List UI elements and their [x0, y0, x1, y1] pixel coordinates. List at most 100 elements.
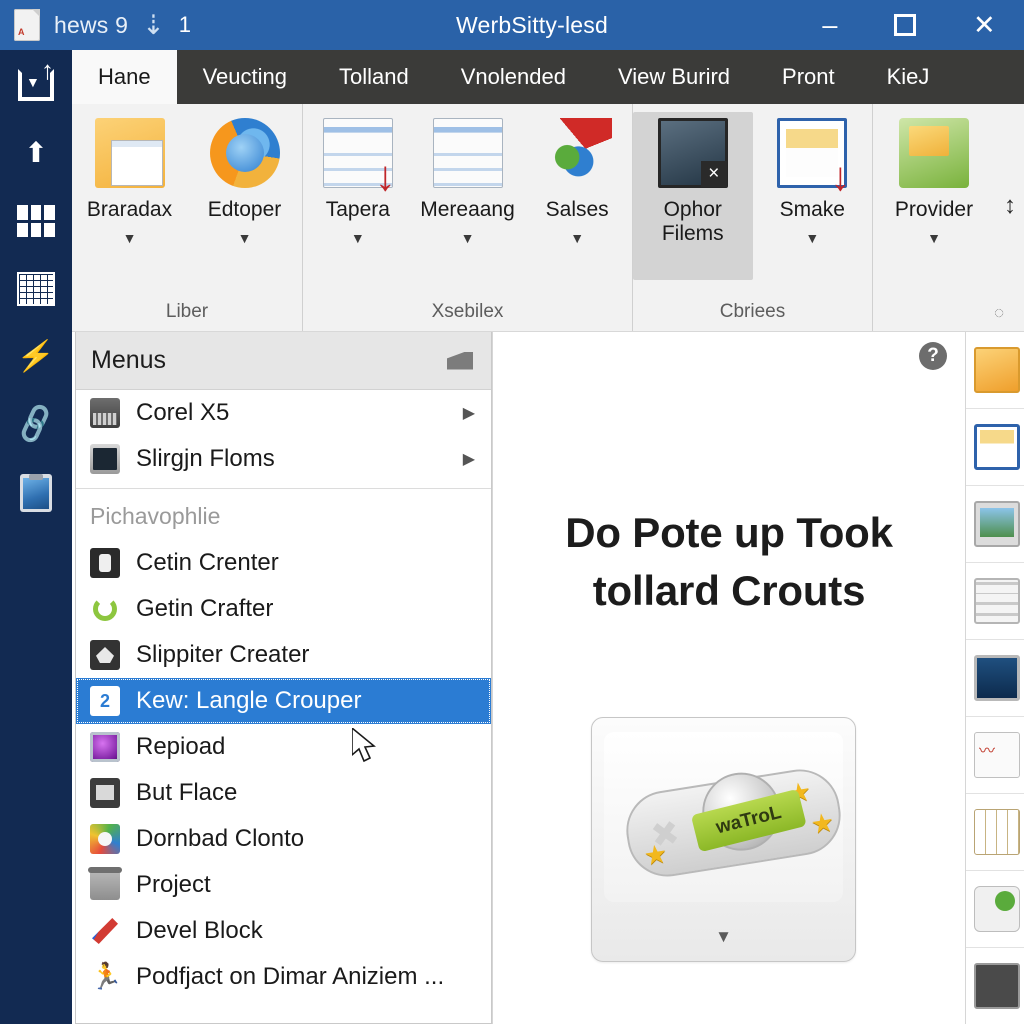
slippiter-icon — [90, 640, 120, 670]
thumbnail-item[interactable] — [966, 640, 1024, 717]
ribbon-group-label: Liber — [165, 301, 209, 322]
download-arrow-icon[interactable]: ⇣ — [142, 11, 165, 39]
menu-item-dornbad-clonto[interactable]: Dornbad Clonto — [76, 816, 491, 862]
ribbon-button-ophor-filems[interactable]: Ophor Filems — [633, 112, 753, 280]
thumbnail-item[interactable] — [966, 794, 1024, 871]
chevron-down-icon[interactable]: ▼ — [123, 230, 137, 246]
thumbnail-item[interactable] — [966, 409, 1024, 486]
chevron-down-icon[interactable]: ▼ — [461, 230, 475, 246]
thumbnail-item[interactable] — [966, 871, 1024, 948]
menu-item-slippiter-creater[interactable]: Slippiter Creater — [76, 632, 491, 678]
ribbon-button-label: Braradax — [86, 198, 173, 221]
menu-item-corel-x5[interactable]: Corel X5 ▶ — [76, 390, 491, 436]
menu-item-label: Dornbad Clonto — [136, 825, 305, 852]
menu-item-project[interactable]: Project — [76, 862, 491, 908]
menu-item-label: Podfjact on Dimar Aniziem ... — [136, 963, 445, 990]
ribbon-group-xsebilex: Tapera ▼ Mereaang ▼ Salses ▼ Xsebilex — [302, 104, 632, 331]
gallery-button[interactable]: ✖ waTroL ★ ★ ★ ▼ — [591, 717, 856, 962]
tab-hane[interactable]: Hane — [72, 50, 177, 104]
menu-item-kew-langle-crouper[interactable]: 2 Kew: Langle Crouper — [76, 678, 491, 724]
ribbon-button-label: Smake — [779, 198, 845, 221]
tab-veucting[interactable]: Veucting — [177, 50, 313, 104]
ribbon-button-provider[interactable]: Provider ▼ — [873, 112, 995, 331]
link-chain-icon[interactable]: 🔗 — [13, 403, 59, 447]
badge-icon: 2 — [90, 686, 120, 716]
ribbon-group-liber: Braradax ▼ Edtoper ▼ Liber — [72, 104, 302, 331]
thumbnail-item[interactable] — [966, 332, 1024, 409]
window-title: WerbSitty-lesd — [456, 11, 608, 38]
ribbon-button-salses[interactable]: Salses ▼ — [522, 112, 632, 331]
dark-screen-thumb — [974, 655, 1020, 701]
chevron-down-icon[interactable]: ▼ — [927, 230, 941, 246]
export-box-icon[interactable] — [15, 57, 57, 106]
chevron-right-icon: ▶ — [462, 451, 475, 468]
chevron-down-icon[interactable]: ▼ — [351, 230, 365, 246]
tab-pront[interactable]: Pront — [756, 50, 861, 104]
ribbon-button-smake[interactable]: Smake ▼ — [753, 112, 873, 331]
grid-tan-thumb — [974, 809, 1020, 855]
phone-icon — [90, 444, 120, 474]
but-flace-icon — [90, 778, 120, 808]
thumbnail-item[interactable] — [966, 717, 1024, 794]
minimize-button[interactable]: – — [822, 11, 837, 39]
thumbnail-item[interactable] — [966, 563, 1024, 640]
collapse-panel-icon[interactable] — [447, 351, 473, 370]
maximize-button[interactable] — [894, 14, 917, 36]
ribbon-group-label: Xsebilex — [431, 301, 504, 322]
clipboard-image-icon[interactable] — [15, 472, 57, 514]
ribbon-button-braradax[interactable]: Braradax ▼ — [72, 112, 187, 331]
ribbon-group-provider: Provider ▼ — [872, 104, 1024, 331]
menu-item-label: Kew: Langle Crouper — [136, 687, 362, 714]
chevron-down-icon[interactable]: ▼ — [805, 230, 819, 246]
getin-icon — [90, 594, 120, 624]
ribbon-button-mereaang[interactable]: Mereaang ▼ — [413, 112, 523, 331]
dark-window-close-icon — [657, 118, 728, 188]
tab-kiej[interactable]: KieJ — [861, 50, 956, 104]
thumbnail-item[interactable] — [966, 486, 1024, 563]
ribbon-button-label: Salses — [545, 198, 609, 221]
chevron-down-icon[interactable]: ▼ — [570, 230, 584, 246]
dark-tile-thumb — [974, 963, 1020, 1009]
cetin-icon — [90, 548, 120, 578]
menu-item-label: Devel Block — [136, 917, 263, 944]
podfjact-icon: 🏃 — [90, 961, 123, 991]
ribbon-button-edtoper[interactable]: Edtoper ▼ — [187, 112, 302, 331]
menu-item-devel-block[interactable]: Devel Block — [76, 908, 491, 954]
menu-item-cetin-crenter[interactable]: Cetin Crenter — [76, 540, 491, 586]
ribbon-button-label: Mereaang — [420, 198, 515, 221]
menu-item-repioad[interactable]: Repioad — [76, 724, 491, 770]
up-down-arrow-icon[interactable]: ↕ — [1004, 192, 1016, 220]
thumbnail-item[interactable] — [966, 948, 1024, 1024]
menu-item-getin-crafter[interactable]: Getin Crafter — [76, 586, 491, 632]
pill-shape: ✖ waTroL ★ ★ ★ — [620, 763, 847, 883]
document-name: hews 9 — [54, 11, 129, 38]
dialog-launcher-icon[interactable]: ◌ — [994, 303, 1014, 323]
ribbon-button-label: Provider — [894, 198, 974, 221]
tab-view-burird[interactable]: View Burird — [592, 50, 756, 104]
chevron-down-icon[interactable]: ▼ — [238, 230, 252, 246]
windows-grid-icon[interactable] — [15, 200, 57, 242]
blue-presentation-thumb — [974, 424, 1020, 470]
lightning-bolt-icon[interactable]: ⚡ — [15, 336, 57, 378]
help-icon[interactable]: ? — [919, 342, 947, 370]
ribbon: Hane Veucting Tolland Vnolended View Bur… — [72, 50, 1024, 332]
upload-arrow-icon[interactable]: ⬆ — [15, 132, 57, 174]
menu-item-slirgjn-floms[interactable]: Slirgjn Floms ▶ — [76, 436, 491, 482]
spreadsheet-icon[interactable] — [15, 268, 57, 310]
tab-vnolended[interactable]: Vnolended — [435, 50, 592, 104]
menu-item-label: Slirgjn Floms — [136, 445, 275, 472]
menu-item-podfjact[interactable]: 🏃 Podfjact on Dimar Aniziem ... — [76, 954, 491, 1000]
tab-tolland[interactable]: Tolland — [313, 50, 435, 104]
download-count: 1 — [178, 12, 191, 37]
orange-folder-thumb — [974, 347, 1020, 393]
paint-palette-icon — [542, 118, 613, 188]
application-window: A hews 9 ⇣ 1 WerbSitty-lesd – ✕ ⬆ ⚡ 🔗 Ha… — [0, 0, 1024, 1024]
close-button[interactable]: ✕ — [973, 11, 996, 39]
folder-document-icon — [94, 118, 165, 188]
ribbon-button-label: Edtoper — [207, 198, 282, 221]
star-icon: ★ — [808, 806, 837, 840]
chevron-down-icon[interactable]: ▼ — [592, 927, 855, 947]
pill-badge-thumbnail: ✖ waTroL ★ ★ ★ — [604, 732, 847, 902]
ribbon-button-tapera[interactable]: Tapera ▼ — [303, 112, 413, 331]
menu-item-but-flace[interactable]: But Flace — [76, 770, 491, 816]
